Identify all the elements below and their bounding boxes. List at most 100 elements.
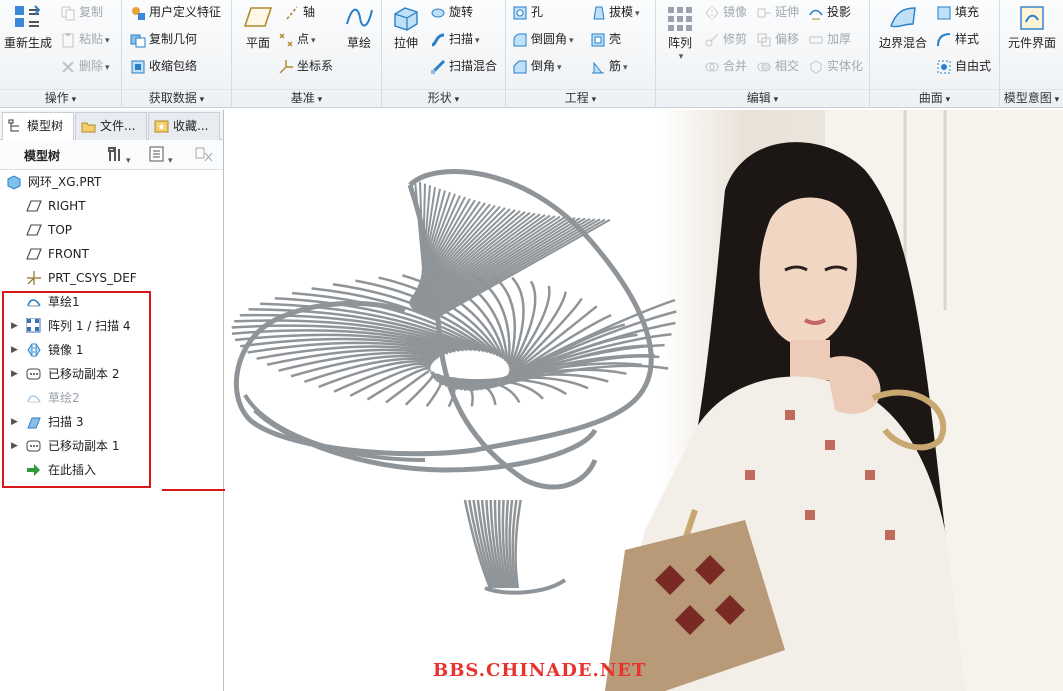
udf-icon	[132, 6, 145, 20]
plane-button[interactable]: 平面	[236, 4, 280, 50]
regenerate-button[interactable]: 重新生成	[2, 4, 54, 50]
extend-button[interactable]: 延伸	[756, 1, 799, 23]
thicken-button[interactable]: 加厚	[808, 28, 851, 50]
shrinkwrap-button[interactable]: 收缩包络	[130, 55, 197, 77]
tree-item-label: 网环_XG.PRT	[28, 175, 102, 189]
udf-label: 用户定义特征	[149, 5, 222, 19]
filter-icon	[195, 147, 213, 162]
chevron-down-icon: ▾	[105, 63, 110, 73]
group-label-datum[interactable]: 基准	[232, 89, 381, 105]
sweep-button[interactable]: 扫描 ▾	[430, 28, 480, 50]
extrude-icon	[394, 7, 418, 31]
axis-button[interactable]: 轴	[284, 1, 315, 23]
graphics-viewport[interactable]: BBS.CHINADE.NET	[225, 110, 1063, 691]
datum-plane-icon	[26, 248, 42, 260]
copy-geometry-button[interactable]: 复制几何	[130, 28, 197, 50]
group-label-surface[interactable]: 曲面	[870, 89, 999, 105]
chevron-down-icon: ▾	[311, 36, 316, 46]
tree-item[interactable]: TOP	[0, 218, 224, 242]
freestyle-button[interactable]: 自由式	[936, 55, 991, 77]
navigator-tabs: 模型树 文件... 收藏...	[0, 110, 223, 140]
merge-button[interactable]: 合并	[704, 55, 747, 77]
group-label-edit[interactable]: 编辑	[656, 89, 869, 105]
delete-button[interactable]: 删除 ▾	[60, 55, 110, 77]
tab-folder-browser[interactable]: 文件...	[75, 112, 147, 140]
draft-button[interactable]: 拔模 ▾	[590, 1, 640, 23]
part-icon	[7, 175, 21, 190]
style-button[interactable]: 样式	[936, 28, 979, 50]
chamfer-icon	[513, 60, 527, 73]
tree-columns-button[interactable]: ▾	[148, 145, 173, 166]
fill-button[interactable]: 填充	[936, 1, 979, 23]
chevron-down-icon: ▾	[126, 156, 131, 166]
component-interface-button[interactable]: 元件界面	[1002, 4, 1062, 50]
ribbon: 重新生成 复制 粘贴▾ 删除▾ 操作 用户定义特征 复制几何 收缩包络 获取数据…	[0, 0, 1063, 108]
shell-button[interactable]: 壳	[590, 28, 621, 50]
paste-button[interactable]: 粘贴 ▾	[60, 28, 110, 50]
chevron-down-icon: ▾	[168, 156, 173, 166]
tree-item[interactable]: RIGHT	[0, 194, 224, 218]
point-icon	[279, 33, 293, 46]
hole-button[interactable]: 孔	[512, 1, 543, 23]
udf-button[interactable]: 用户定义特征	[130, 1, 221, 23]
datum-plane-icon	[26, 200, 42, 212]
revolve-button[interactable]: 旋转	[430, 1, 473, 23]
watermark-text: BBS.CHINADE.NET	[433, 660, 647, 681]
mirror-label: 镜像	[723, 5, 748, 19]
boundary-blend-icon	[890, 7, 916, 28]
regenerate-icon	[15, 5, 41, 27]
group-engineering: 孔 倒圆角 ▾ 倒角 ▾ 拔模 ▾ 壳 筋 ▾ 工程	[506, 0, 656, 108]
freestyle-icon	[937, 60, 951, 73]
fill-icon	[937, 6, 951, 19]
extend-label: 延伸	[775, 5, 800, 19]
rib-icon	[592, 61, 604, 73]
intersect-button[interactable]: 相交	[756, 55, 799, 77]
group-label-get-data[interactable]: 获取数据	[122, 89, 231, 105]
tab-favorites[interactable]: 收藏...	[148, 112, 220, 140]
wire-mesh-model	[231, 168, 677, 595]
sketch-label: 草绘	[346, 36, 371, 50]
offset-button[interactable]: 偏移	[756, 28, 799, 50]
round-label: 倒圆角	[531, 32, 568, 46]
extrude-label: 拉伸	[393, 36, 418, 50]
round-button[interactable]: 倒圆角 ▾	[512, 28, 574, 50]
project-icon	[809, 9, 823, 19]
extrude-button[interactable]: 拉伸	[386, 4, 426, 50]
extend-icon	[757, 8, 771, 17]
copy-button[interactable]: 复制	[60, 1, 103, 23]
group-label-shape[interactable]: 形状	[382, 89, 505, 105]
copy-geometry-label: 复制几何	[149, 32, 198, 46]
model-tree-icon	[8, 119, 19, 132]
project-button[interactable]: 投影	[808, 1, 851, 23]
pattern-button[interactable]: 阵列 ▾	[660, 4, 700, 64]
csys-button[interactable]: 坐标系	[278, 55, 333, 77]
group-label-model-intent[interactable]: 模型意图	[1000, 89, 1063, 105]
list-icon	[149, 146, 164, 162]
rib-label: 筋	[609, 59, 622, 73]
mirror-button[interactable]: 镜像	[704, 1, 747, 23]
tab-model-tree-label: 模型树	[27, 119, 64, 133]
tree-item[interactable]: 网环_XG.PRT	[0, 170, 224, 194]
mesh-stem-wire	[514, 499, 522, 589]
tab-model-tree[interactable]: 模型树	[2, 112, 74, 140]
copy-label: 复制	[79, 5, 104, 19]
solidify-button[interactable]: 实体化	[808, 55, 863, 77]
tree-settings-button[interactable]: ▾	[106, 145, 131, 166]
group-label-engineering[interactable]: 工程	[506, 89, 655, 105]
trim-button[interactable]: 修剪	[704, 28, 747, 50]
tree-filter-button[interactable]	[194, 145, 214, 166]
group-edit: 阵列 ▾ 镜像 修剪 合并 延伸 偏移 相交 投影 加厚 实体化 编辑	[656, 0, 870, 108]
hole-icon	[513, 6, 527, 19]
rib-button[interactable]: 筋 ▾	[590, 55, 628, 77]
chevron-down-icon: ▾	[569, 36, 574, 46]
tree-item[interactable]: PRT_CSYS_DEF	[0, 266, 224, 290]
swept-blend-icon	[430, 59, 446, 74]
chamfer-button[interactable]: 倒角 ▾	[512, 55, 562, 77]
swept-blend-button[interactable]: 扫描混合	[430, 55, 497, 77]
sketch-button[interactable]: 草绘	[338, 4, 380, 50]
solidify-icon	[810, 59, 822, 74]
point-button[interactable]: 点 ▾	[278, 28, 316, 50]
boundary-blend-button[interactable]: 边界混合	[874, 4, 932, 50]
group-label-operations[interactable]: 操作	[0, 89, 121, 105]
tree-item[interactable]: FRONT	[0, 242, 224, 266]
